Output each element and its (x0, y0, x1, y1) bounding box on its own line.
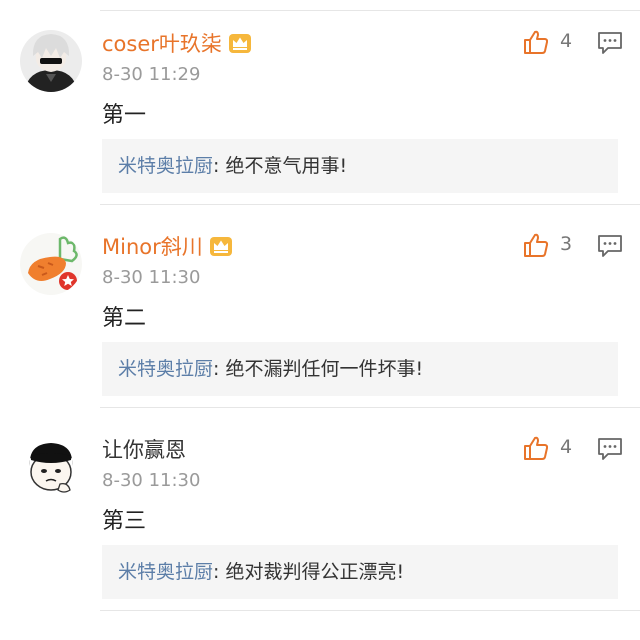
comment-content: 第一 (102, 103, 147, 128)
quoted-username[interactable]: 米特奥拉厨 (118, 561, 213, 583)
white-haired-character-avatar-icon (20, 30, 82, 92)
avatar[interactable] (20, 233, 82, 295)
quoted-reply[interactable]: 米特奥拉厨: 绝不意气用事! (102, 139, 618, 193)
quote-colon: : (213, 358, 226, 380)
quoted-text: 绝不意气用事! (225, 155, 348, 177)
username[interactable]: 让你赢恩 (102, 436, 186, 464)
quote-colon: : (213, 561, 226, 583)
cartoon-face-avatar-icon (20, 436, 82, 498)
timestamp: 8-30 11:30 (102, 470, 201, 491)
comment-icon[interactable] (597, 437, 623, 461)
like-count: 3 (560, 233, 573, 255)
avatar[interactable] (20, 436, 82, 498)
quoted-reply[interactable]: 米特奥拉厨: 绝不漏判任何一件坏事! (102, 342, 618, 396)
comment-divider (100, 610, 640, 611)
comment-content: 第三 (102, 509, 147, 534)
thumbs-up-icon[interactable] (523, 232, 549, 258)
timestamp: 8-30 11:29 (102, 64, 201, 85)
quote-colon: : (213, 155, 226, 177)
quoted-text: 绝不漏判任何一件坏事! (225, 358, 424, 380)
carrot-avatar-icon (20, 233, 82, 295)
timestamp: 8-30 11:30 (102, 267, 201, 288)
crown-badge-icon (228, 34, 251, 53)
quoted-username[interactable]: 米特奥拉厨 (118, 358, 213, 380)
thumbs-up-icon[interactable] (523, 435, 549, 461)
comment-item: coser叶玖柒 8-30 11:29 4 第一 米特奥拉厨: 绝不意气用事! (0, 0, 640, 205)
crown-badge-icon (209, 237, 232, 256)
avatar[interactable] (20, 30, 82, 92)
username-text: Minor斜川 (102, 235, 203, 259)
comment-icon[interactable] (597, 234, 623, 258)
quoted-reply[interactable]: 米特奥拉厨: 绝对裁判得公正漂亮! (102, 545, 618, 599)
like-count: 4 (560, 436, 573, 458)
quoted-username[interactable]: 米特奥拉厨 (118, 155, 213, 177)
comment-content: 第二 (102, 306, 147, 331)
comment-item: 让你赢恩 8-30 11:30 4 第三 米特奥拉厨: 绝对裁判得公正漂亮! (0, 406, 640, 611)
thumbs-up-icon[interactable] (523, 29, 549, 55)
comment-item: Minor斜川 8-30 11:30 3 第二 米特奥拉厨: 绝不漏判任何一件坏… (0, 203, 640, 408)
username[interactable]: Minor斜川 (102, 233, 233, 261)
username-text: coser叶玖柒 (102, 32, 222, 56)
username-text: 让你赢恩 (102, 438, 186, 462)
like-count: 4 (560, 30, 573, 52)
quoted-text: 绝对裁判得公正漂亮! (225, 561, 405, 583)
username[interactable]: coser叶玖柒 (102, 30, 252, 58)
comment-icon[interactable] (597, 31, 623, 55)
